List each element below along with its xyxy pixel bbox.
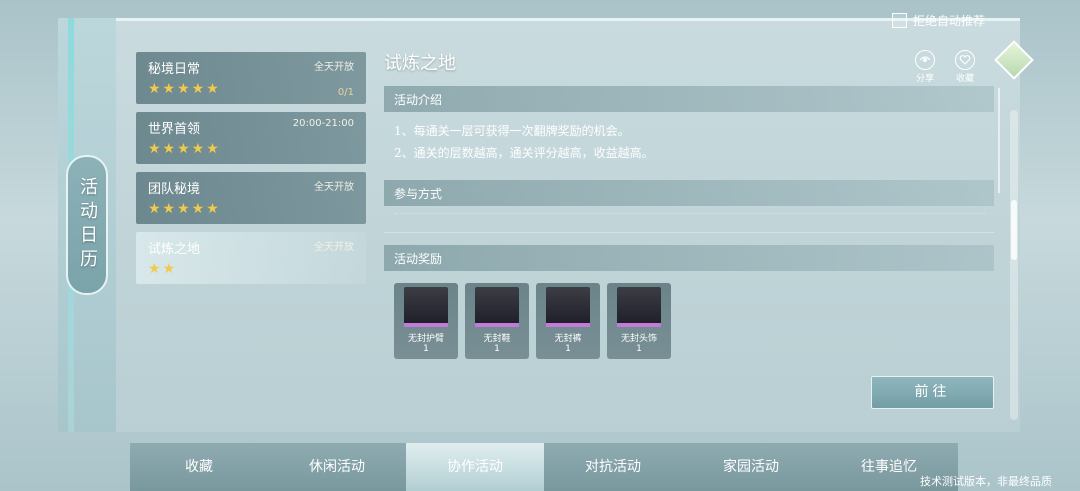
headwear-icon — [617, 287, 661, 327]
section-divider — [384, 232, 994, 233]
participation-section-header: 参与方式 — [384, 180, 994, 206]
difficulty-stars: ★★ — [148, 261, 178, 277]
activity-progress: 0/1 — [337, 87, 354, 98]
intro-section-header: 活动介绍 — [384, 86, 994, 112]
detail-scrollbar[interactable] — [998, 88, 1000, 193]
activity-list: 秘境日常 全天开放 ★★★★★ 0/1 世界首领 20:00-21:00 ★★★… — [136, 52, 366, 292]
activity-item[interactable]: 世界首领 20:00-21:00 ★★★★★ — [136, 112, 366, 164]
shoes-icon — [475, 287, 519, 327]
armguard-icon — [404, 287, 448, 327]
reward-item[interactable]: 无封护臂 1 — [394, 283, 458, 359]
activity-item-selected[interactable]: 试炼之地 全天开放 ★★ — [136, 232, 366, 284]
activity-time: 20:00-21:00 — [292, 118, 354, 129]
auto-reject-toggle[interactable]: 拒绝自动推荐 — [892, 12, 985, 29]
reward-item[interactable]: 无封裤 1 — [536, 283, 600, 359]
detail-title: 试炼之地 — [384, 53, 456, 74]
tab-homestead[interactable]: 家园活动 — [682, 443, 820, 491]
tab-leisure[interactable]: 休闲活动 — [268, 443, 406, 491]
share-label: 分享 — [915, 74, 934, 84]
tab-cooperation[interactable]: 协作活动 — [406, 443, 544, 491]
share-button[interactable]: 分享 — [908, 50, 942, 84]
reward-count: 1 — [423, 344, 429, 354]
intro-line: 1、每通关一层可获得一次翻牌奖励的机会。 — [394, 124, 630, 138]
reward-name: 无封头饰 — [620, 334, 657, 344]
reward-item[interactable]: 无封鞋 1 — [465, 283, 529, 359]
calendar-tab-label: 活动日历 — [77, 177, 98, 273]
tab-activity-calendar[interactable]: 活动日历 — [66, 155, 108, 295]
favorite-button[interactable]: 收藏 — [948, 50, 982, 84]
activity-item[interactable]: 团队秘境 全天开放 ★★★★★ — [136, 172, 366, 224]
tab-versus[interactable]: 对抗活动 — [544, 443, 682, 491]
tab-favorites[interactable]: 收藏 — [130, 443, 268, 491]
go-button[interactable]: 前往 — [871, 376, 994, 409]
activity-item[interactable]: 秘境日常 全天开放 ★★★★★ 0/1 — [136, 52, 366, 104]
intro-line: 2、通关的层数越高，通关评分越高，收益越高。 — [394, 146, 654, 160]
reward-name: 无封裤 — [554, 334, 582, 344]
difficulty-stars: ★★★★★ — [148, 81, 221, 97]
reward-count: 1 — [636, 344, 642, 354]
activity-time: 全天开放 — [314, 242, 354, 253]
auto-reject-checkbox[interactable] — [892, 13, 907, 28]
activity-time: 全天开放 — [314, 62, 354, 73]
pants-icon — [546, 287, 590, 327]
difficulty-stars: ★★★★★ — [148, 201, 221, 217]
reward-name: 无封护臂 — [407, 334, 444, 344]
difficulty-stars: ★★★★★ — [148, 141, 221, 157]
reward-name: 无封鞋 — [483, 334, 511, 344]
side-scrollbar[interactable] — [1010, 110, 1018, 420]
reward-count: 1 — [494, 344, 500, 354]
reward-count: 1 — [565, 344, 571, 354]
reward-item[interactable]: 无封头饰 1 — [607, 283, 671, 359]
activity-time: 全天开放 — [314, 182, 354, 193]
participation-placeholder — [395, 213, 985, 217]
favorite-label: 收藏 — [955, 74, 974, 84]
auto-reject-label: 拒绝自动推荐 — [913, 14, 986, 28]
footer-note: 技术测试版本，非最终品质 — [920, 475, 1052, 488]
heart-icon — [955, 50, 975, 70]
rewards-section-header: 活动奖励 — [384, 245, 994, 271]
share-icon — [915, 50, 935, 70]
